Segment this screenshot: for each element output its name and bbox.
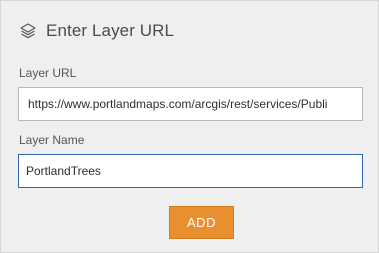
layers-icon	[19, 22, 37, 40]
panel-header: Enter Layer URL	[19, 20, 174, 42]
panel-title: Enter Layer URL	[46, 21, 175, 40]
layer-name-label: Layer Name	[19, 133, 85, 147]
layer-url-input[interactable]	[18, 87, 363, 121]
layer-name-input[interactable]	[18, 154, 363, 188]
add-button[interactable]: ADD	[169, 206, 234, 239]
layer-url-label: Layer URL	[19, 66, 77, 80]
add-layer-panel: Enter Layer URL Layer URL Layer Name ADD	[0, 0, 379, 253]
